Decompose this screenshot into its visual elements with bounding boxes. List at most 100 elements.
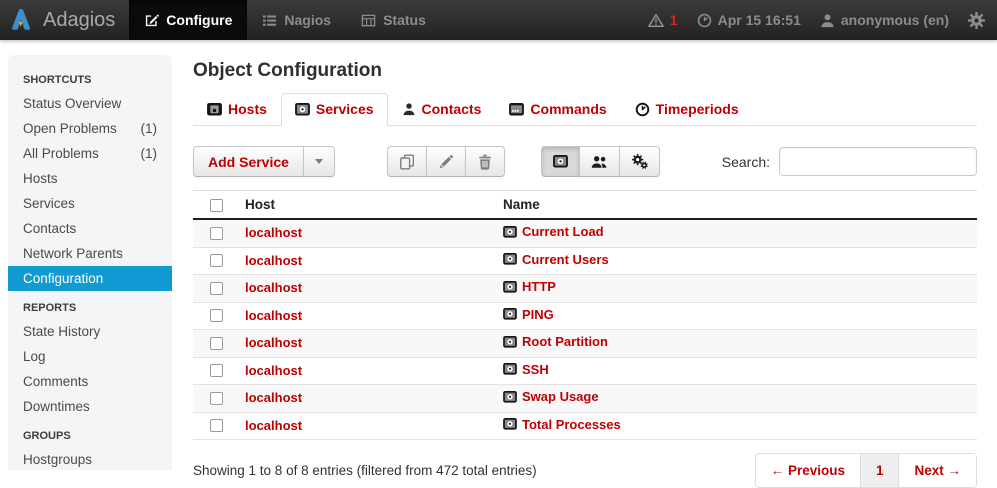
host-link[interactable]: localhost <box>245 308 302 323</box>
service-icon <box>503 226 517 238</box>
pagination: ← Previous 1 Next → <box>755 453 977 488</box>
nav-item-nagios[interactable]: Nagios <box>247 0 346 40</box>
sidebar-item-state-history[interactable]: State History <box>8 319 172 344</box>
service-icon <box>503 363 517 375</box>
nav-item-configure[interactable]: Configure <box>129 0 247 40</box>
service-icon <box>503 253 517 265</box>
user-menu[interactable]: anonymous (en) <box>820 12 949 28</box>
sidebar-item-open-problems[interactable]: Open Problems (1) <box>8 116 172 141</box>
host-link[interactable]: localhost <box>245 280 302 295</box>
nav-item-status[interactable]: Status <box>346 0 441 40</box>
sidebar-section: GROUPS Hostgroups <box>8 419 172 472</box>
service-icon <box>503 391 517 403</box>
column-header-host[interactable]: Host <box>237 191 495 220</box>
sidebar-item-services[interactable]: Services <box>8 191 172 216</box>
row-checkbox[interactable] <box>210 309 223 322</box>
table-body: localhost Current Load localhost Current… <box>193 219 977 440</box>
user-icon <box>820 13 835 28</box>
sidebar-item-network-parents[interactable]: Network Parents <box>8 241 172 266</box>
settings-gear-button[interactable] <box>968 12 985 29</box>
service-link[interactable]: PING <box>503 307 554 322</box>
tab-services[interactable]: Services <box>281 93 388 126</box>
host-link[interactable]: localhost <box>245 253 302 268</box>
tab-hosts[interactable]: Hosts <box>193 93 281 126</box>
table-row: localhost Swap Usage <box>193 385 977 413</box>
host-link[interactable]: localhost <box>245 390 302 405</box>
service-link[interactable]: Current Load <box>503 224 604 239</box>
row-checkbox[interactable] <box>210 364 223 377</box>
alerts-indicator[interactable]: 1 <box>648 12 678 28</box>
previous-page-button[interactable]: ← Previous <box>756 454 860 487</box>
gear-icon <box>968 12 985 29</box>
host-link[interactable]: localhost <box>245 363 302 378</box>
sidebar-item-configuration[interactable]: Configuration <box>8 266 172 291</box>
add-service-button[interactable]: Add Service <box>193 146 304 177</box>
add-service-caret-button[interactable] <box>303 146 335 177</box>
column-header-name[interactable]: Name <box>495 191 977 220</box>
sidebar-section: REPORTS State History Log Comments Downt… <box>8 291 172 419</box>
host-icon <box>207 103 222 116</box>
brand[interactable]: Adagios <box>0 0 129 40</box>
service-link[interactable]: Current Users <box>503 252 609 267</box>
row-checkbox[interactable] <box>210 282 223 295</box>
copy-button[interactable] <box>387 146 427 177</box>
service-icon <box>553 155 568 168</box>
sidebar-item-status-overview[interactable]: Status Overview <box>8 91 172 116</box>
pencil-square-icon <box>144 13 159 28</box>
trash-icon <box>477 154 493 170</box>
sidebar-item-all-problems[interactable]: All Problems (1) <box>8 141 172 166</box>
brand-name: Adagios <box>43 9 115 32</box>
service-link[interactable]: SSH <box>503 362 549 377</box>
host-link[interactable]: localhost <box>245 418 302 433</box>
row-checkbox[interactable] <box>210 227 223 240</box>
contacts-view-button[interactable] <box>579 146 620 177</box>
sidebar-item-contacts[interactable]: Contacts <box>8 216 172 241</box>
command-icon <box>509 103 524 116</box>
row-checkbox[interactable] <box>210 392 223 405</box>
service-link[interactable]: Root Partition <box>503 334 608 349</box>
tab-contacts[interactable]: Contacts <box>388 93 496 126</box>
delete-button[interactable] <box>465 146 505 177</box>
edit-button[interactable] <box>426 146 466 177</box>
table-row: localhost SSH <box>193 357 977 385</box>
table-row: localhost Total Processes <box>193 412 977 440</box>
sidebar-section: SHORTCUTS Status Overview Open Problems … <box>8 63 172 291</box>
row-checkbox[interactable] <box>210 337 223 350</box>
settings-view-button[interactable] <box>619 146 660 177</box>
services-view-button[interactable] <box>541 146 580 177</box>
select-all-checkbox[interactable] <box>210 199 223 212</box>
toolbar: Add Service Search: <box>193 146 977 177</box>
search-input[interactable] <box>779 147 977 176</box>
service-link[interactable]: Swap Usage <box>503 389 599 404</box>
sidebar-item-comments[interactable]: Comments <box>8 369 172 394</box>
sidebar-section-title: REPORTS <box>8 291 172 319</box>
tab-timeperiods[interactable]: Timeperiods <box>621 93 753 126</box>
sidebar-item-hostgroups[interactable]: Hostgroups <box>8 447 172 472</box>
service-link[interactable]: Total Processes <box>503 417 621 432</box>
host-link[interactable]: localhost <box>245 335 302 350</box>
table-row: localhost Current Load <box>193 219 977 247</box>
service-icon <box>503 418 517 430</box>
sidebar-item-hosts[interactable]: Hosts <box>8 166 172 191</box>
sidebar-item-downtimes[interactable]: Downtimes <box>8 394 172 419</box>
warning-icon <box>648 13 664 28</box>
sidebar-item-log[interactable]: Log <box>8 344 172 369</box>
tab-commands[interactable]: Commands <box>495 93 620 126</box>
next-page-button[interactable]: Next → <box>898 454 976 487</box>
table-row: localhost Root Partition <box>193 330 977 358</box>
search-label: Search: <box>722 154 770 170</box>
host-link[interactable]: localhost <box>245 225 302 240</box>
service-icon <box>503 336 517 348</box>
row-checkbox[interactable] <box>210 254 223 267</box>
page-number-button[interactable]: 1 <box>860 454 899 487</box>
row-checkbox[interactable] <box>210 419 223 432</box>
adagios-logo-icon <box>8 7 34 33</box>
service-link[interactable]: HTTP <box>503 279 556 294</box>
page-title: Object Configuration <box>193 60 977 82</box>
service-icon <box>295 103 310 116</box>
datetime-indicator[interactable]: Apr 15 16:51 <box>697 12 801 28</box>
clock-icon <box>697 13 712 28</box>
sidebar-item-count: (1) <box>141 120 158 137</box>
service-icon <box>503 308 517 320</box>
sidebar-section-title: GROUPS <box>8 419 172 447</box>
